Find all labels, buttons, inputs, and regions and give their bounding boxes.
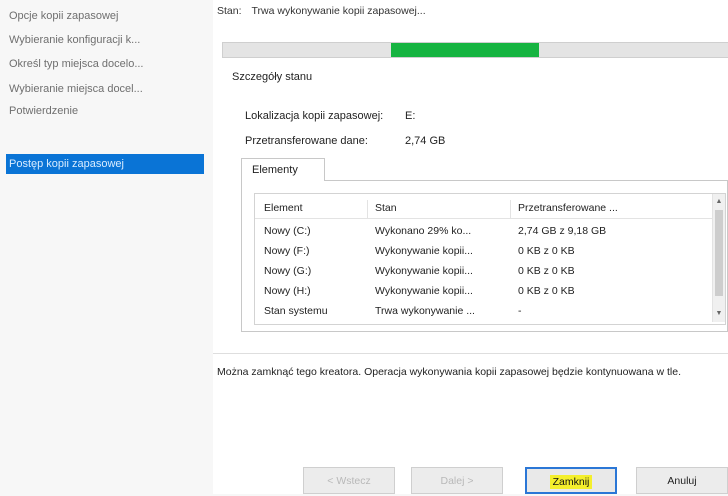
scrollbar-thumb[interactable] — [715, 210, 723, 296]
cancel-button[interactable]: Anuluj — [636, 467, 728, 494]
backup-location-row: Lokalizacja kopii zapasowej: E: — [245, 110, 415, 122]
table-row[interactable]: Nowy (G:) Wykonywanie kopii... 0 KB z 0 … — [255, 261, 713, 281]
backup-progress-bar — [222, 42, 728, 58]
transferred-data-label: Przetransferowane dane: — [245, 135, 368, 147]
sidebar-item-destination-type[interactable]: Określ typ miejsca docelo... — [6, 54, 204, 74]
table-row[interactable]: Nowy (H:) Wykonywanie kopii... 0 KB z 0 … — [255, 281, 713, 301]
row-transferred: 0 KB z 0 KB — [518, 285, 575, 297]
table-row[interactable]: Nowy (F:) Wykonywanie kopii... 0 KB z 0 … — [255, 241, 713, 261]
status-value: Trwa wykonywanie kopii zapasowej... — [251, 5, 426, 17]
close-button-label: Zamknij — [549, 475, 593, 489]
column-separator[interactable] — [510, 200, 511, 218]
table-header-row: Element Stan Przetransferowane ... — [255, 198, 713, 219]
row-transferred: 2,74 GB z 9,18 GB — [518, 225, 607, 237]
transferred-data-value: 2,74 GB — [405, 135, 446, 147]
elements-tab-panel: Element Stan Przetransferowane ... Nowy … — [241, 180, 728, 332]
sidebar-item-backup-options[interactable]: Opcje kopii zapasowej — [6, 6, 204, 26]
backup-location-value: E: — [405, 110, 416, 122]
row-transferred: 0 KB z 0 KB — [518, 245, 575, 257]
row-status: Trwa wykonywanie ... — [375, 305, 475, 317]
close-wizard-info: Można zamknąć tego kreatora. Operacja wy… — [217, 366, 681, 378]
row-element: Stan systemu — [264, 305, 328, 317]
row-element: Nowy (H:) — [264, 285, 311, 297]
table-scrollbar[interactable]: ▲ ▼ — [712, 194, 725, 322]
transferred-data-row: Przetransferowane dane: 2,74 GB — [245, 135, 445, 147]
wizard-sidebar: Opcje kopii zapasowej Wybieranie konfigu… — [0, 0, 205, 494]
table-row[interactable]: Nowy (C:) Wykonano 29% ko... 2,74 GB z 9… — [255, 221, 713, 241]
scroll-down-icon[interactable]: ▼ — [713, 308, 725, 320]
next-button[interactable]: Dalej > — [411, 467, 503, 494]
sidebar-item-select-configuration[interactable]: Wybieranie konfiguracji k... — [6, 30, 204, 50]
sidebar-item-select-destination[interactable]: Wybieranie miejsca docel... — [6, 79, 204, 99]
row-transferred: 0 KB z 0 KB — [518, 265, 575, 277]
status-label: Stan: — [217, 5, 242, 17]
status-line: Stan: Trwa wykonywanie kopii zapasowej... — [217, 5, 426, 17]
column-header-status[interactable]: Stan — [375, 198, 505, 218]
row-status: Wykonywanie kopii... — [375, 285, 473, 297]
tab-elements[interactable]: Elementy — [241, 158, 325, 181]
wizard-content: Stan: Trwa wykonywanie kopii zapasowej...… — [213, 0, 728, 494]
previous-button[interactable]: < Wstecz — [303, 467, 395, 494]
status-details-title: Szczegóły stanu — [232, 71, 313, 83]
column-header-transferred[interactable]: Przetransferowane ... — [518, 198, 703, 218]
row-status: Wykonywanie kopii... — [375, 265, 473, 277]
row-transferred: - — [518, 305, 522, 317]
section-divider — [213, 353, 728, 354]
column-separator[interactable] — [367, 200, 368, 218]
sidebar-item-backup-progress[interactable]: Postęp kopii zapasowej — [6, 154, 204, 174]
backup-location-label: Lokalizacja kopii zapasowej: — [245, 110, 384, 122]
sidebar-item-confirmation[interactable]: Potwierdzenie — [6, 101, 204, 121]
row-element: Nowy (C:) — [264, 225, 311, 237]
elements-table: Element Stan Przetransferowane ... Nowy … — [254, 193, 726, 325]
row-status: Wykonano 29% ko... — [375, 225, 472, 237]
scroll-up-icon[interactable]: ▲ — [713, 196, 725, 208]
column-header-element[interactable]: Element — [264, 198, 364, 218]
progress-fill — [391, 43, 540, 57]
row-element: Nowy (G:) — [264, 265, 312, 277]
row-status: Wykonywanie kopii... — [375, 245, 473, 257]
close-button[interactable]: Zamknij — [525, 467, 617, 494]
row-element: Nowy (F:) — [264, 245, 310, 257]
table-row[interactable]: Stan systemu Trwa wykonywanie ... - — [255, 301, 713, 321]
